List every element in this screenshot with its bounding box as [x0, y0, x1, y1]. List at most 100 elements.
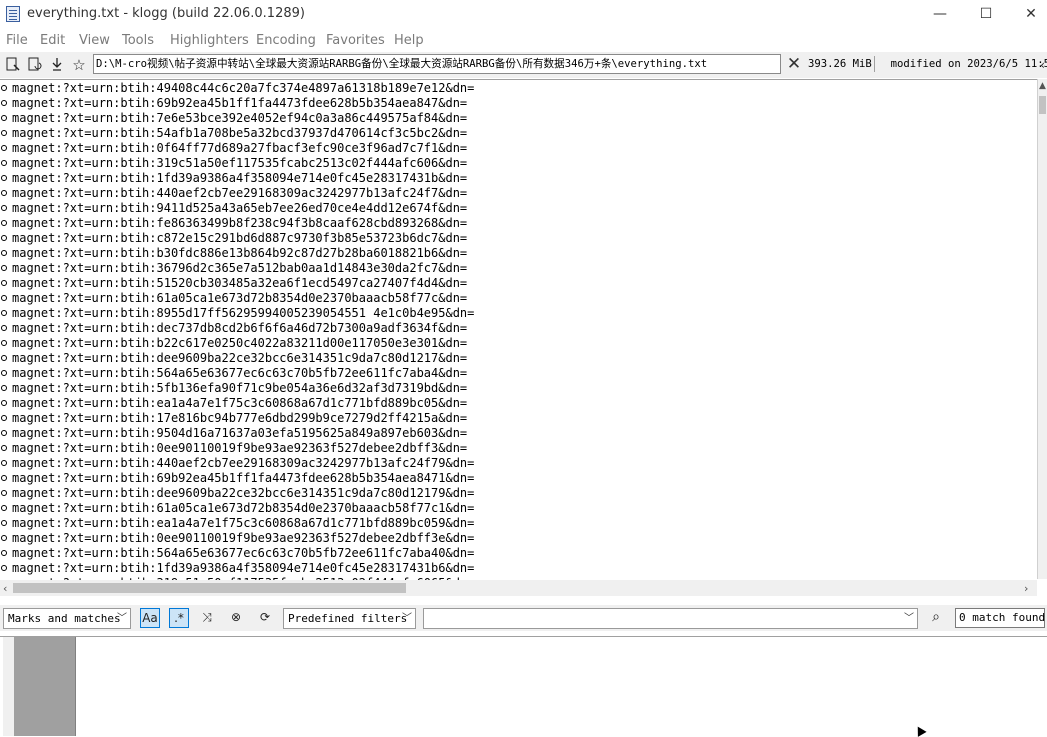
line-marker-icon[interactable] [1, 160, 7, 166]
log-line[interactable]: magnet:?xt=urn:btih:dee9609ba22ce32bcc6e… [12, 351, 467, 366]
line-marker-icon[interactable] [1, 475, 7, 481]
match-case-toggle[interactable]: Aa [140, 608, 160, 628]
line-marker-icon[interactable] [1, 175, 7, 181]
line-marker-icon[interactable] [1, 310, 7, 316]
line-marker-icon[interactable] [1, 445, 7, 451]
log-line[interactable]: magnet:?xt=urn:btih:0f64ff77d689a27fbacf… [12, 141, 467, 156]
predefined-filters-select[interactable]: Predefined filters ﹀ [283, 608, 416, 629]
search-icon[interactable]: ⌕ [926, 608, 946, 628]
log-line[interactable]: magnet:?xt=urn:btih:54afb1a708be5a32bcd3… [12, 126, 467, 141]
log-line[interactable]: magnet:?xt=urn:btih:b22c617e0250c4022a83… [12, 336, 467, 351]
log-line[interactable]: magnet:?xt=urn:btih:319c51a50ef117535fca… [12, 156, 467, 171]
line-marker-icon[interactable] [1, 340, 7, 346]
menu-help[interactable]: Help [394, 33, 424, 48]
line-marker-icon[interactable] [1, 250, 7, 256]
line-marker-icon[interactable] [1, 205, 7, 211]
vertical-scroll-thumb[interactable] [1039, 96, 1046, 114]
log-viewer[interactable]: magnet:?xt=urn:btih:49408c44c6c20a7fc374… [0, 79, 1037, 580]
minimize-button[interactable]: — [917, 0, 963, 29]
line-marker-icon[interactable] [1, 535, 7, 541]
regex-toggle[interactable]: .* [169, 608, 189, 628]
log-line[interactable]: magnet:?xt=urn:btih:49408c44c6c20a7fc374… [12, 81, 474, 96]
log-line[interactable]: magnet:?xt=urn:btih:c872e15c291bd6d887c9… [12, 231, 467, 246]
line-marker-icon[interactable] [1, 415, 7, 421]
filtered-overview-bar[interactable] [14, 637, 76, 736]
log-line[interactable]: magnet:?xt=urn:btih:b30fdc886e13b864b92c… [12, 246, 467, 261]
search-refresh-icon[interactable]: ⟳ [255, 608, 275, 628]
follow-icon[interactable] [48, 56, 66, 74]
line-marker-icon[interactable] [1, 100, 7, 106]
line-marker-icon[interactable] [1, 265, 7, 271]
log-line[interactable]: magnet:?xt=urn:btih:69b92ea45b1ff1fa4473… [12, 96, 467, 111]
favorite-icon[interactable]: ☆ [70, 56, 88, 74]
line-marker-icon[interactable] [1, 385, 7, 391]
line-marker-icon[interactable] [1, 190, 7, 196]
filtered-view[interactable] [0, 636, 1047, 736]
log-line[interactable]: magnet:?xt=urn:btih:dec737db8cd2b6f6f6a4… [12, 321, 467, 336]
menu-tools[interactable]: Tools [122, 33, 154, 48]
log-line[interactable]: magnet:?xt=urn:btih:9504d16a71637a03efa5… [12, 426, 467, 441]
close-file-icon[interactable]: ✕ [786, 55, 802, 73]
line-marker-icon[interactable] [1, 325, 7, 331]
menu-encoding[interactable]: Encoding [256, 33, 316, 48]
log-line[interactable]: magnet:?xt=urn:btih:36796d2c365e7a512bab… [12, 261, 467, 276]
vertical-scrollbar[interactable]: ▲ [1037, 79, 1047, 579]
log-line[interactable]: magnet:?xt=urn:btih:0ee90110019f9be93ae9… [12, 531, 474, 546]
log-line[interactable]: magnet:?xt=urn:btih:fe86363499b8f238c94f… [12, 216, 467, 231]
log-line[interactable]: magnet:?xt=urn:btih:ea1a4a7e1f75c3c60868… [12, 516, 474, 531]
line-marker-icon[interactable] [1, 460, 7, 466]
line-marker-icon[interactable] [1, 565, 7, 571]
log-line[interactable]: magnet:?xt=urn:btih:9411d525a43a65eb7ee2… [12, 201, 467, 216]
line-marker-icon[interactable] [1, 400, 7, 406]
log-line[interactable]: magnet:?xt=urn:btih:440aef2cb7ee29168309… [12, 186, 467, 201]
scroll-left-icon[interactable]: ‹ [3, 582, 7, 595]
line-marker-icon[interactable] [1, 295, 7, 301]
inverse-match-icon[interactable]: ⤨ [197, 608, 217, 628]
log-line[interactable]: magnet:?xt=urn:btih:7e6e53bce392e4052ef9… [12, 111, 467, 126]
horizontal-scrollbar[interactable]: ‹ › [0, 580, 1037, 596]
menu-favorites[interactable]: Favorites [326, 33, 385, 48]
line-marker-icon[interactable] [1, 220, 7, 226]
reload-icon[interactable] [26, 56, 44, 74]
log-line[interactable]: magnet:?xt=urn:btih:564a65e63677ec6c63c7… [12, 366, 467, 381]
boolean-combine-icon[interactable]: ⊗ [226, 608, 246, 628]
search-input[interactable]: ﹀ [423, 608, 918, 629]
line-marker-icon[interactable] [1, 520, 7, 526]
menu-edit[interactable]: Edit [40, 33, 65, 48]
close-window-button[interactable]: ✕ [1008, 0, 1047, 29]
log-line[interactable]: magnet:?xt=urn:btih:69b92ea45b1ff1fa4473… [12, 471, 474, 486]
log-line[interactable]: magnet:?xt=urn:btih:8955d17ff56295994005… [12, 306, 474, 321]
scroll-right-icon[interactable]: › [1024, 582, 1028, 595]
log-line[interactable]: magnet:?xt=urn:btih:dee9609ba22ce32bcc6e… [12, 486, 474, 501]
log-line[interactable]: magnet:?xt=urn:btih:51520cb303485a32ea6f… [12, 276, 467, 291]
line-marker-icon[interactable] [1, 355, 7, 361]
line-marker-icon[interactable] [1, 115, 7, 121]
toolbar-overflow-icon[interactable]: ‹ [1038, 56, 1047, 74]
horizontal-scroll-thumb[interactable] [13, 583, 406, 593]
line-marker-icon[interactable] [1, 130, 7, 136]
log-line[interactable]: magnet:?xt=urn:btih:5fb136efa90f71c9be05… [12, 381, 467, 396]
menu-highlighters[interactable]: Highlighters [170, 33, 249, 48]
scroll-up-icon[interactable]: ▲ [1039, 81, 1046, 91]
line-marker-icon[interactable] [1, 490, 7, 496]
menu-file[interactable]: File [6, 33, 28, 48]
menu-view[interactable]: View [79, 33, 110, 48]
line-marker-icon[interactable] [1, 370, 7, 376]
line-marker-icon[interactable] [1, 505, 7, 511]
line-marker-icon[interactable] [1, 235, 7, 241]
line-marker-icon[interactable] [1, 430, 7, 436]
log-line[interactable]: magnet:?xt=urn:btih:17e816bc94b777e6dbd2… [12, 411, 467, 426]
log-line[interactable]: magnet:?xt=urn:btih:1fd39a9386a4f358094e… [12, 561, 474, 576]
log-line[interactable]: magnet:?xt=urn:btih:564a65e63677ec6c63c7… [12, 546, 474, 561]
log-line[interactable]: magnet:?xt=urn:btih:ea1a4a7e1f75c3c60868… [12, 396, 467, 411]
maximize-button[interactable]: ☐ [963, 0, 1009, 29]
line-marker-icon[interactable] [1, 85, 7, 91]
line-marker-icon[interactable] [1, 550, 7, 556]
log-line[interactable]: magnet:?xt=urn:btih:61a05ca1e673d72b8354… [12, 291, 467, 306]
log-line[interactable]: magnet:?xt=urn:btih:440aef2cb7ee29168309… [12, 456, 474, 471]
line-marker-icon[interactable] [1, 145, 7, 151]
log-line[interactable]: magnet:?xt=urn:btih:0ee90110019f9be93ae9… [12, 441, 467, 456]
log-line[interactable]: magnet:?xt=urn:btih:61a05ca1e673d72b8354… [12, 501, 474, 516]
log-line[interactable]: magnet:?xt=urn:btih:1fd39a9386a4f358094e… [12, 171, 467, 186]
open-file-icon[interactable] [4, 56, 22, 74]
